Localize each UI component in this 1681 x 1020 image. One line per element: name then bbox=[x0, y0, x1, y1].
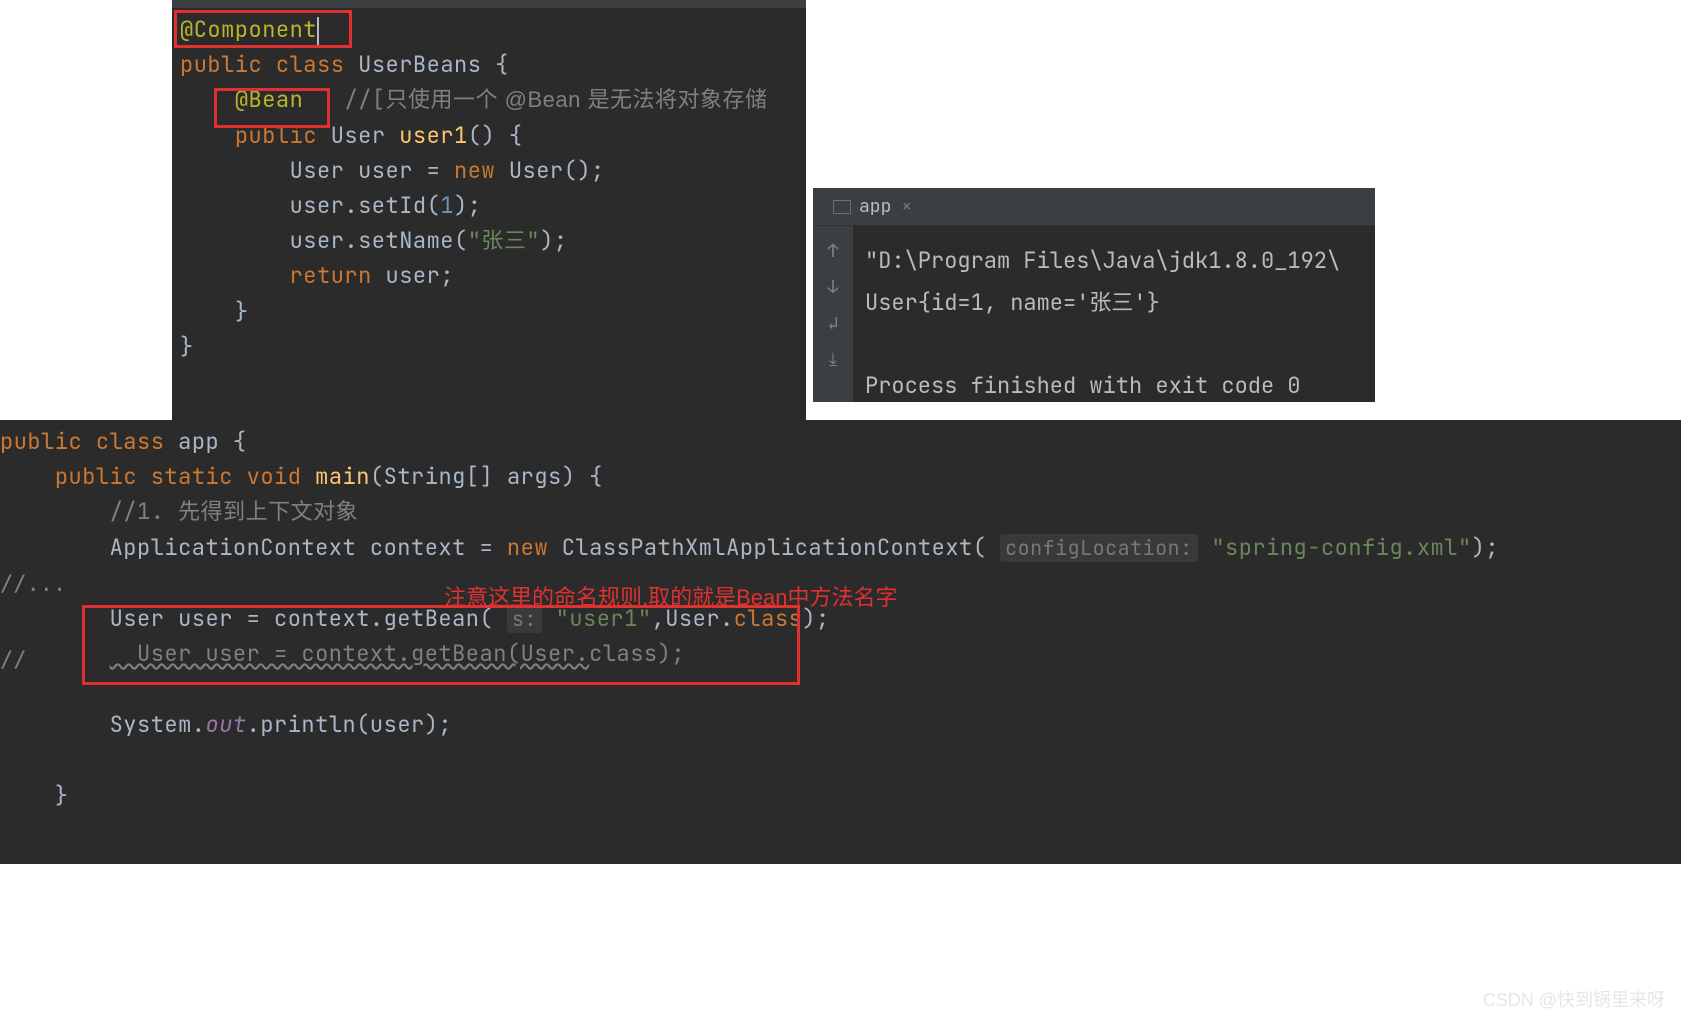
param-hint-configlocation: configLocation: bbox=[1000, 534, 1198, 562]
annotation-note: 注意这里的命名规则,取的就是Bean中方法名字 bbox=[444, 580, 898, 612]
code-line[interactable] bbox=[0, 742, 1681, 778]
console-tab-bar: app × bbox=[813, 188, 1375, 226]
console-toolbar: ↑ ↓ ↲ ⤓ bbox=[813, 226, 853, 402]
code-line[interactable]: } bbox=[180, 329, 806, 364]
code-line[interactable]: user.setName("张三"); bbox=[180, 223, 806, 258]
code-line[interactable]: user.setId(1); bbox=[180, 188, 806, 223]
close-icon[interactable]: × bbox=[901, 195, 912, 218]
code-line[interactable] bbox=[0, 671, 1681, 707]
code-line[interactable]: User user = new User(); bbox=[180, 153, 806, 188]
editor-pane-app[interactable]: public class app { public static void ma… bbox=[0, 420, 1681, 864]
code-line[interactable]: public class UserBeans { bbox=[180, 47, 806, 82]
console-tab-icon bbox=[833, 200, 851, 214]
annotation-bean: @Bean bbox=[235, 85, 304, 114]
down-arrow-icon[interactable]: ↓ bbox=[823, 276, 843, 296]
console-panel: app × ↑ ↓ ↲ ⤓ "D:\Program Files\Java\jdk… bbox=[813, 188, 1375, 402]
annotation-component: @Component bbox=[180, 15, 317, 44]
code-line[interactable]: //1. 先得到上下文对象 bbox=[0, 494, 1681, 529]
editor-pane-userbeans[interactable]: @Component public class UserBeans { @Bea… bbox=[172, 8, 806, 420]
code-line[interactable]: return user; bbox=[180, 258, 806, 293]
code-fold-marker[interactable]: //... bbox=[0, 572, 66, 597]
soft-wrap-icon[interactable]: ↲ bbox=[823, 312, 843, 332]
console-line: Process finished with exit code 0 bbox=[865, 371, 1301, 400]
code-line[interactable]: public class app { bbox=[0, 424, 1681, 459]
code-line[interactable]: public User user1() { bbox=[180, 118, 806, 153]
console-line: "D:\Program Files\Java\jdk1.8.0_192\ bbox=[865, 246, 1340, 275]
console-tab-label[interactable]: app bbox=[859, 195, 891, 218]
watermark: CSDN @快到锅里来呀 bbox=[1483, 986, 1665, 1012]
editor-top-strip bbox=[172, 0, 806, 8]
up-arrow-icon[interactable]: ↑ bbox=[823, 240, 843, 260]
code-line[interactable]: User user = context.getBean(User.class); bbox=[0, 636, 1681, 671]
code-line[interactable]: @Component bbox=[180, 12, 806, 47]
scroll-to-end-icon[interactable]: ⤓ bbox=[823, 348, 843, 368]
code-line[interactable]: @Bean //[只使用一个 @Bean 是无法将对象存储 bbox=[180, 82, 806, 117]
code-line[interactable]: } bbox=[180, 294, 806, 329]
code-line[interactable]: ApplicationContext context = new ClassPa… bbox=[0, 530, 1681, 565]
code-fold-marker[interactable]: // bbox=[0, 648, 27, 673]
code-line[interactable]: } bbox=[0, 778, 1681, 813]
console-output[interactable]: "D:\Program Files\Java\jdk1.8.0_192\ Use… bbox=[853, 226, 1375, 402]
code-line[interactable]: System.out.println(user); bbox=[0, 707, 1681, 742]
code-line[interactable]: public static void main(String[] args) { bbox=[0, 459, 1681, 494]
console-line: User{id=1, name='张三'} bbox=[865, 288, 1160, 317]
text-caret bbox=[317, 17, 319, 45]
